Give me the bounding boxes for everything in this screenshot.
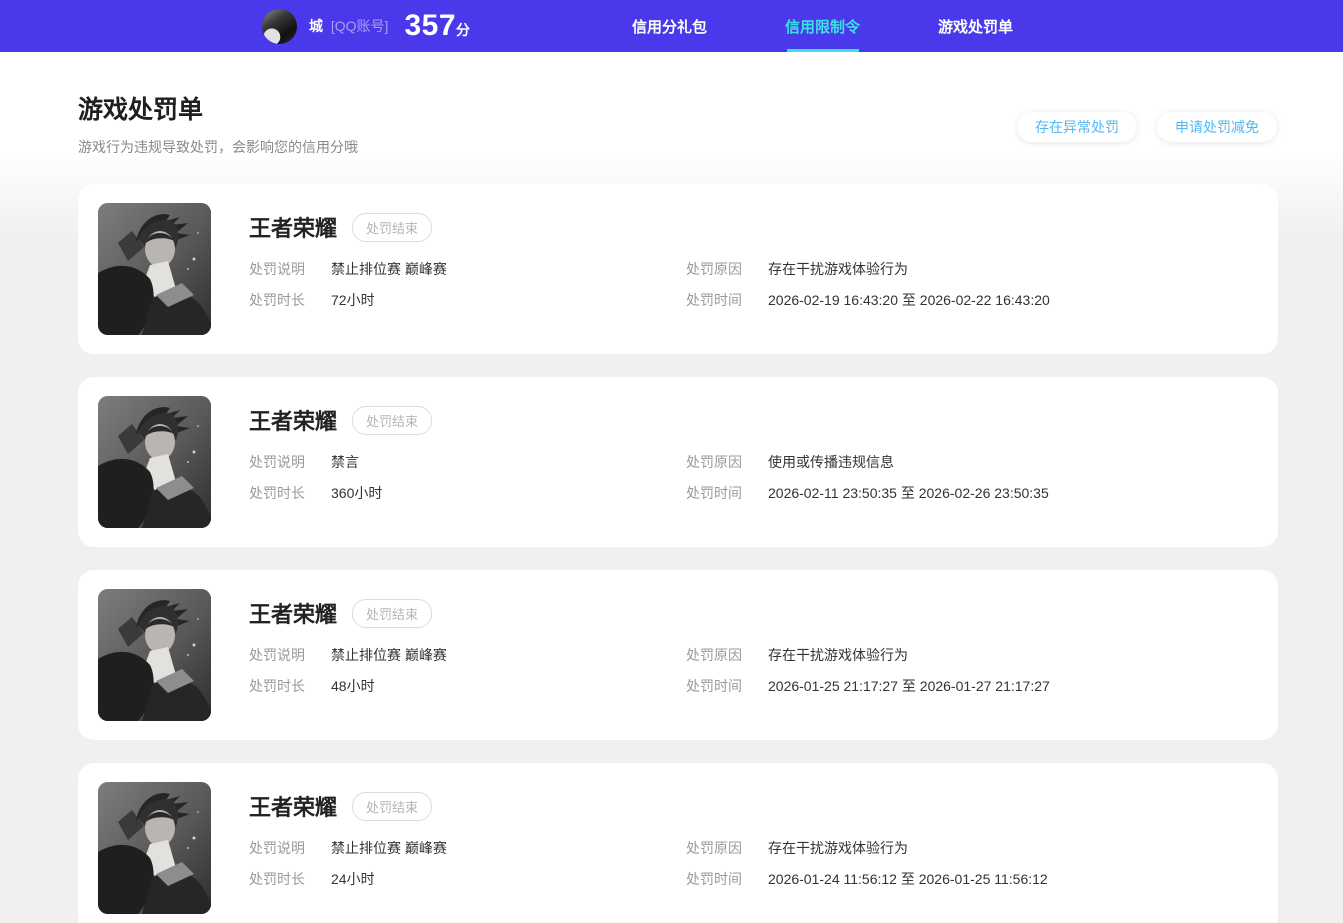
penalty-duration-row: 处罚时长 48小时 — [249, 677, 686, 695]
penalty-desc-value: 禁止排位赛 巅峰赛 — [331, 647, 447, 663]
user-info: 城 [QQ账号] 357分 — [262, 8, 470, 44]
status-badge: 处罚结束 — [352, 405, 433, 435]
penalty-duration-label: 处罚时长 — [249, 871, 305, 887]
top-header: 城 [QQ账号] 357分 信用分礼包 信用限制令 游戏处罚单 — [0, 0, 1343, 52]
penalty-info-grid: 处罚说明 禁止排位赛 巅峰赛 处罚原因 存在干扰游戏体验行为 处罚时长 48小时… — [249, 646, 1258, 695]
credit-score: 357分 — [404, 9, 470, 43]
game-cover-image — [98, 589, 211, 721]
card-title-row: 王者荣耀 处罚结束 — [249, 790, 1258, 822]
penalty-desc-row: 处罚说明 禁止排位赛 巅峰赛 — [249, 839, 686, 857]
penalty-reason-label: 处罚原因 — [686, 647, 742, 663]
penalty-time-label: 处罚时间 — [686, 871, 742, 887]
penalty-card-list: 王者荣耀 处罚结束 处罚说明 禁止排位赛 巅峰赛 处罚原因 存在干扰游戏体验行为… — [0, 184, 1343, 923]
tab-credit-gift[interactable]: 信用分礼包 — [593, 0, 746, 52]
game-title: 王者荣耀 — [249, 216, 338, 241]
penalty-desc-row: 处罚说明 禁止排位赛 巅峰赛 — [249, 260, 686, 278]
penalty-card-body: 王者荣耀 处罚结束 处罚说明 禁止排位赛 巅峰赛 处罚原因 存在干扰游戏体验行为… — [249, 589, 1258, 721]
page-head: 游戏处罚单 游戏行为违规导致处罚，会影响您的信用分哦 存在异常处罚 申请处罚减免 — [0, 52, 1343, 157]
game-cover-image — [98, 782, 211, 914]
card-title-row: 王者荣耀 处罚结束 — [249, 597, 1258, 629]
penalty-duration-row: 处罚时长 360小时 — [249, 484, 686, 502]
penalty-time-value: 2026-02-19 16:43:20 至 2026-02-22 16:43:2… — [768, 292, 1050, 308]
game-title: 王者荣耀 — [249, 409, 338, 434]
penalty-desc-value: 禁止排位赛 巅峰赛 — [331, 261, 447, 277]
penalty-desc-value: 禁止排位赛 巅峰赛 — [331, 840, 447, 856]
penalty-duration-label: 处罚时长 — [249, 485, 305, 501]
avatar[interactable] — [262, 8, 297, 44]
penalty-time-label: 处罚时间 — [686, 292, 742, 308]
penalty-time-label: 处罚时间 — [686, 485, 742, 501]
penalty-duration-row: 处罚时长 24小时 — [249, 870, 686, 888]
penalty-card: 王者荣耀 处罚结束 处罚说明 禁止排位赛 巅峰赛 处罚原因 存在干扰游戏体验行为… — [78, 184, 1278, 354]
penalty-time-value: 2026-01-25 21:17:27 至 2026-01-27 21:17:2… — [768, 678, 1050, 694]
penalty-reason-row: 处罚原因 存在干扰游戏体验行为 — [686, 646, 1258, 664]
penalty-duration-row: 处罚时长 72小时 — [249, 291, 686, 309]
status-badge: 处罚结束 — [352, 598, 433, 628]
penalty-desc-label: 处罚说明 — [249, 647, 305, 663]
penalty-info-grid: 处罚说明 禁止排位赛 巅峰赛 处罚原因 存在干扰游戏体验行为 处罚时长 72小时… — [249, 260, 1258, 309]
user-name: 城 [QQ账号] — [309, 16, 388, 36]
penalty-card-body: 王者荣耀 处罚结束 处罚说明 禁止排位赛 巅峰赛 处罚原因 存在干扰游戏体验行为… — [249, 782, 1258, 914]
penalty-reason-row: 处罚原因 使用或传播违规信息 — [686, 453, 1258, 471]
penalty-duration-value: 72小时 — [331, 292, 375, 308]
main-content: 游戏处罚单 游戏行为违规导致处罚，会影响您的信用分哦 存在异常处罚 申请处罚减免 — [0, 52, 1343, 923]
penalty-reason-row: 处罚原因 存在干扰游戏体验行为 — [686, 260, 1258, 278]
credit-score-unit: 分 — [456, 22, 471, 38]
penalty-card: 王者荣耀 处罚结束 处罚说明 禁言 处罚原因 使用或传播违规信息 处罚时长 36… — [78, 377, 1278, 547]
nav-tabs: 信用分礼包 信用限制令 游戏处罚单 — [593, 0, 1052, 52]
penalty-desc-row: 处罚说明 禁言 — [249, 453, 686, 471]
penalty-time-label: 处罚时间 — [686, 678, 742, 694]
penalty-desc-row: 处罚说明 禁止排位赛 巅峰赛 — [249, 646, 686, 664]
penalty-desc-label: 处罚说明 — [249, 454, 305, 470]
penalty-reason-value: 存在干扰游戏体验行为 — [768, 261, 908, 277]
penalty-card-body: 王者荣耀 处罚结束 处罚说明 禁止排位赛 巅峰赛 处罚原因 存在干扰游戏体验行为… — [249, 203, 1258, 335]
penalty-card: 王者荣耀 处罚结束 处罚说明 禁止排位赛 巅峰赛 处罚原因 存在干扰游戏体验行为… — [78, 763, 1278, 923]
penalty-reason-label: 处罚原因 — [686, 454, 742, 470]
penalty-time-row: 处罚时间 2026-01-25 21:17:27 至 2026-01-27 21… — [686, 677, 1258, 695]
head-actions: 存在异常处罚 申请处罚减免 — [1017, 112, 1277, 142]
penalty-reason-value: 使用或传播违规信息 — [768, 454, 894, 470]
game-cover-image — [98, 396, 211, 528]
penalty-time-row: 处罚时间 2026-01-24 11:56:12 至 2026-01-25 11… — [686, 870, 1258, 888]
penalty-desc-value: 禁言 — [331, 454, 359, 470]
account-type-label: [QQ账号] — [330, 18, 389, 34]
game-title: 王者荣耀 — [249, 795, 338, 820]
game-cover-image — [98, 203, 211, 335]
status-badge: 处罚结束 — [352, 791, 433, 821]
penalty-duration-label: 处罚时长 — [249, 678, 305, 694]
tab-game-penalty[interactable]: 游戏处罚单 — [899, 0, 1052, 52]
penalty-duration-value: 360小时 — [331, 485, 383, 501]
abnormal-penalty-button[interactable]: 存在异常处罚 — [1017, 112, 1137, 142]
penalty-desc-label: 处罚说明 — [249, 261, 305, 277]
penalty-reason-row: 处罚原因 存在干扰游戏体验行为 — [686, 839, 1258, 857]
credit-score-value: 357 — [404, 9, 457, 42]
penalty-time-value: 2026-02-11 23:50:35 至 2026-02-26 23:50:3… — [768, 485, 1049, 501]
card-title-row: 王者荣耀 处罚结束 — [249, 404, 1258, 436]
penalty-time-value: 2026-01-24 11:56:12 至 2026-01-25 11:56:1… — [768, 871, 1048, 887]
penalty-duration-value: 24小时 — [331, 871, 375, 887]
penalty-relief-button[interactable]: 申请处罚减免 — [1157, 112, 1277, 142]
penalty-card: 王者荣耀 处罚结束 处罚说明 禁止排位赛 巅峰赛 处罚原因 存在干扰游戏体验行为… — [78, 570, 1278, 740]
status-badge: 处罚结束 — [352, 212, 433, 242]
penalty-info-grid: 处罚说明 禁止排位赛 巅峰赛 处罚原因 存在干扰游戏体验行为 处罚时长 24小时… — [249, 839, 1258, 888]
penalty-reason-value: 存在干扰游戏体验行为 — [768, 647, 908, 663]
penalty-card-body: 王者荣耀 处罚结束 处罚说明 禁言 处罚原因 使用或传播违规信息 处罚时长 36… — [249, 396, 1258, 528]
tab-credit-restriction[interactable]: 信用限制令 — [746, 0, 899, 52]
card-title-row: 王者荣耀 处罚结束 — [249, 211, 1258, 243]
penalty-duration-value: 48小时 — [331, 678, 375, 694]
penalty-reason-label: 处罚原因 — [686, 261, 742, 277]
penalty-time-row: 处罚时间 2026-02-11 23:50:35 至 2026-02-26 23… — [686, 484, 1258, 502]
penalty-duration-label: 处罚时长 — [249, 292, 305, 308]
penalty-info-grid: 处罚说明 禁言 处罚原因 使用或传播违规信息 处罚时长 360小时 处罚时间 2… — [249, 453, 1258, 502]
penalty-reason-label: 处罚原因 — [686, 840, 742, 856]
penalty-desc-label: 处罚说明 — [249, 840, 305, 856]
user-nickname: 城 — [309, 18, 323, 34]
penalty-time-row: 处罚时间 2026-02-19 16:43:20 至 2026-02-22 16… — [686, 291, 1258, 309]
penalty-reason-value: 存在干扰游戏体验行为 — [768, 840, 908, 856]
game-title: 王者荣耀 — [249, 602, 338, 627]
